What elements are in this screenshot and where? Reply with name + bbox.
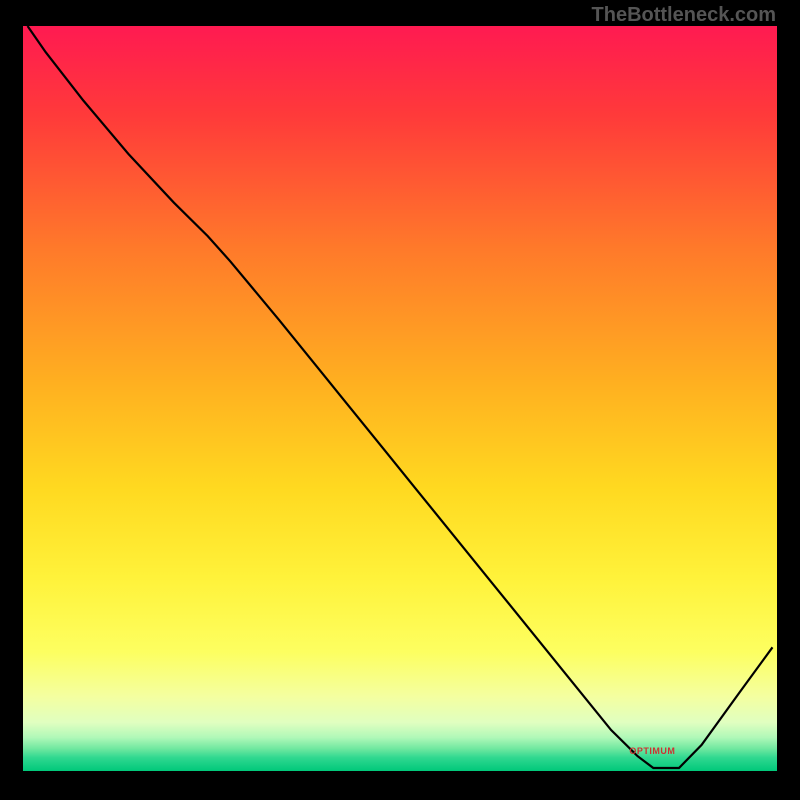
chart-container: TheBottleneck.com OPTIMUM (0, 0, 800, 800)
chart-svg (23, 26, 777, 771)
plot-frame: OPTIMUM (23, 26, 777, 771)
watermark-text: TheBottleneck.com (592, 4, 776, 27)
gradient-background (23, 26, 777, 771)
chart-annotation: OPTIMUM (629, 746, 675, 756)
